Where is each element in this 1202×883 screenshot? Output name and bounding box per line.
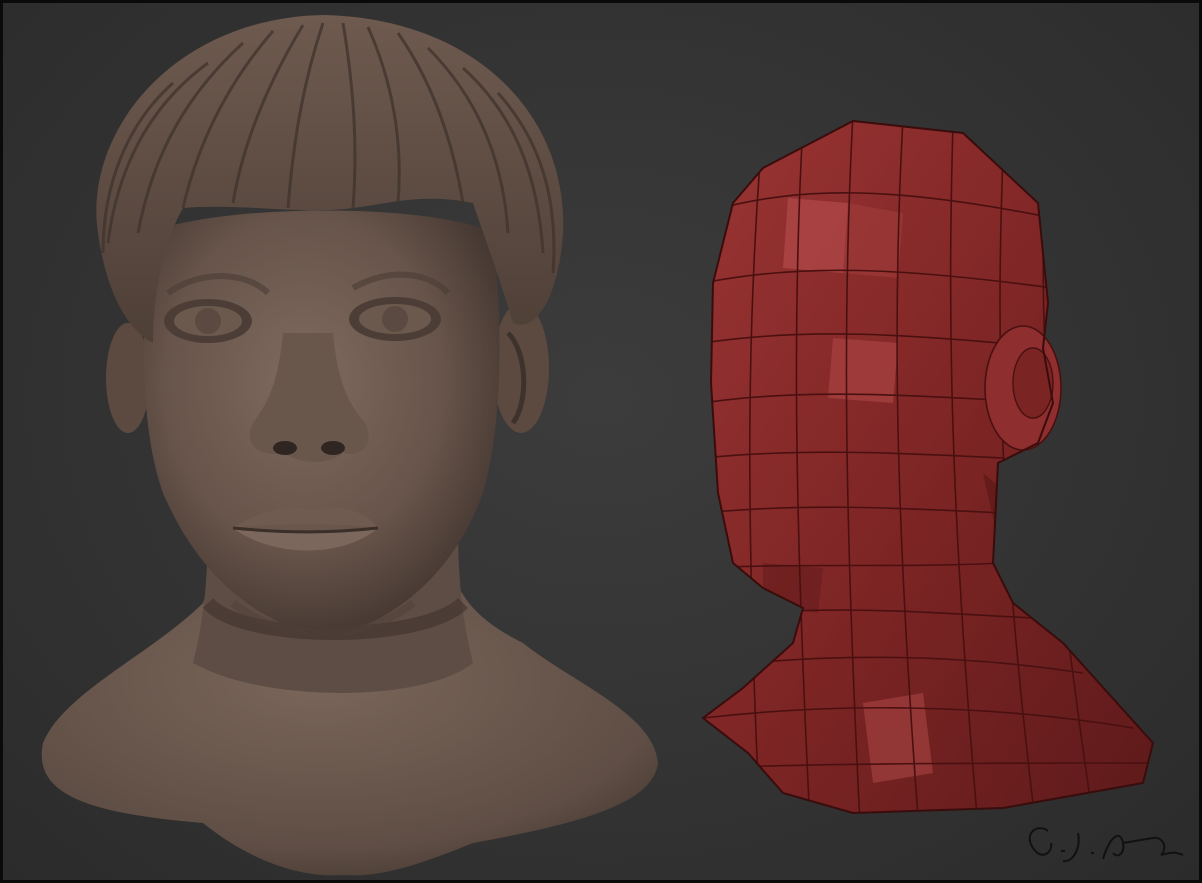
sculpted-head [41, 15, 658, 876]
render-viewport [0, 0, 1202, 883]
sculpted-left-ear [106, 323, 150, 433]
sculpted-right-eye [349, 297, 441, 341]
base-mesh-head [701, 119, 1155, 815]
render-canvas [41, 15, 1184, 876]
sculpted-left-eye [164, 299, 252, 343]
artist-signature [1028, 827, 1184, 863]
base-mesh-surface [703, 121, 1153, 813]
